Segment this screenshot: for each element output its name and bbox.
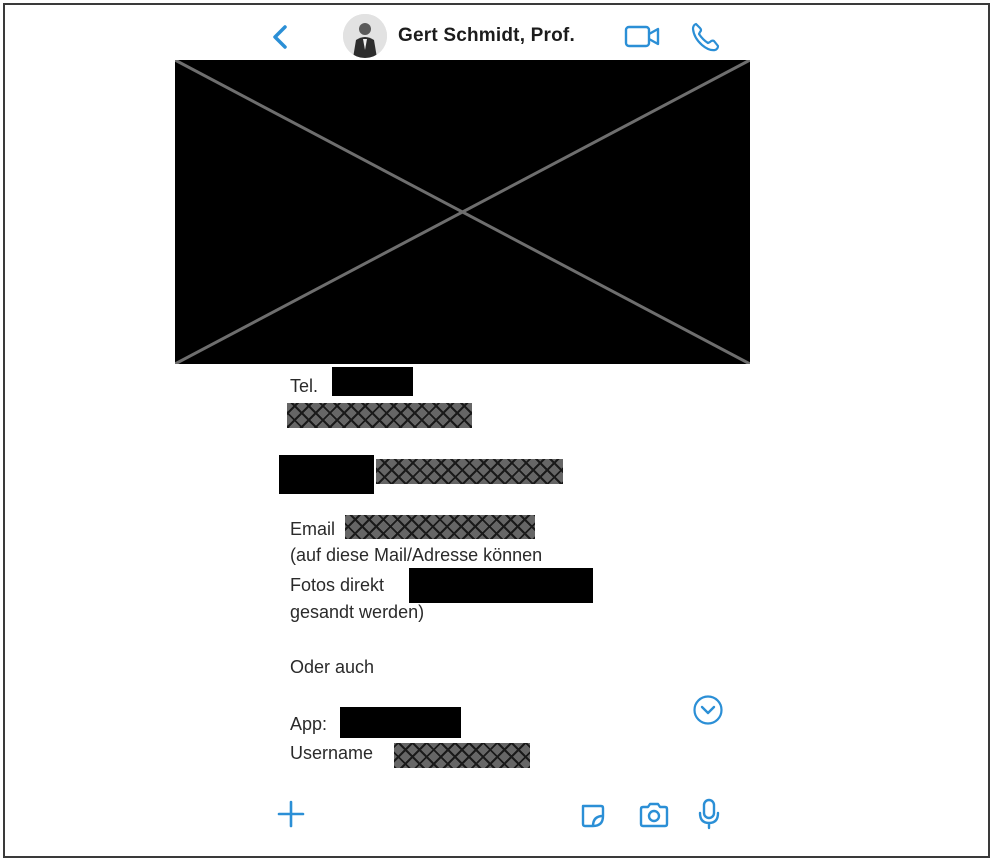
video-call-button[interactable] [624,24,662,50]
sticker-icon [581,804,605,828]
chevron-down-circle-icon [693,695,723,725]
camera-icon [639,802,669,828]
redacted-block [345,515,535,539]
scroll-down-button[interactable] [692,694,724,726]
microphone-icon [698,798,720,830]
chevron-left-icon [273,25,287,49]
phone-icon [691,22,720,52]
email-label: Email [290,519,336,539]
video-camera-icon [624,25,660,48]
app-label: App: [290,714,328,734]
microphone-button[interactable] [696,797,722,831]
sticker-button[interactable] [578,801,606,829]
avatar[interactable] [343,14,387,58]
camera-button[interactable] [637,800,671,830]
voice-call-button[interactable] [688,20,722,54]
redacted-block [340,707,461,738]
redacted-block [376,459,563,484]
back-button[interactable] [266,22,296,52]
redacted-block [409,568,593,603]
redaction-cross [174,58,751,366]
email-note-line-1: (auf diese Mail/Adresse können [290,545,543,565]
plus-icon [277,800,305,828]
avatar-image [343,14,387,58]
redacted-block [287,403,472,428]
email-note-line-3: gesandt werden) [290,602,425,622]
tel-label: Tel. [290,376,319,396]
composer-bar [0,795,995,835]
username-label: Username [290,743,374,763]
contact-name[interactable]: Gert Schmidt, Prof. [398,25,575,47]
redacted-image[interactable] [174,58,751,366]
email-note-line-2: Fotos direkt [290,575,385,595]
frame-edge [988,3,990,858]
chat-header: Gert Schmidt, Prof. [0,14,995,60]
redacted-block [394,743,530,768]
attach-button[interactable] [276,799,306,829]
alternative-text: Oder auch [290,657,375,677]
redacted-block [332,367,413,396]
redacted-block [279,455,374,494]
